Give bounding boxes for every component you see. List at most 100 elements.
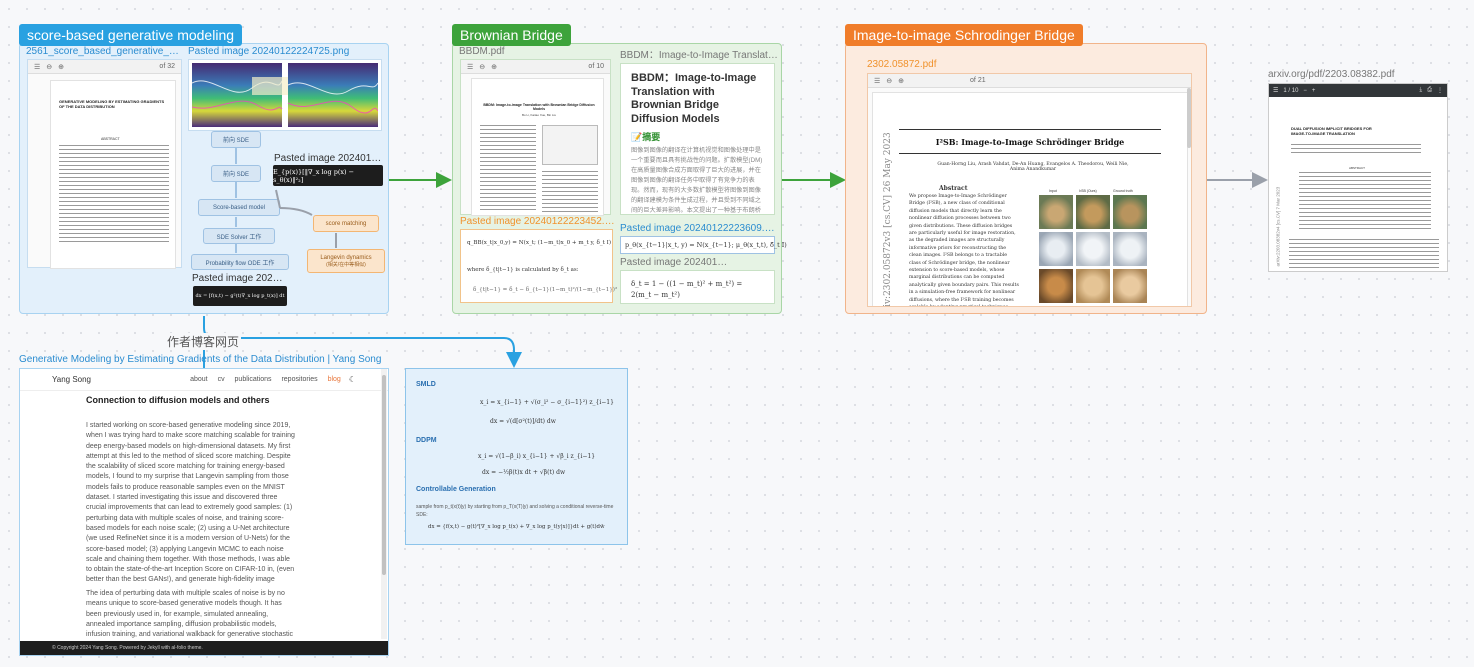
more-icon[interactable]: ⋮ [1437, 87, 1443, 94]
pdf-dark-toolbar[interactable]: ☰ 1 / 10 − + ⤓ ⎙ ⋮ [1269, 84, 1447, 97]
pdf-scrollbar[interactable] [1187, 88, 1191, 148]
pdf-text-col-left [480, 125, 536, 213]
smld-eq-1: x_i = x_{i−1} + √(σ_i² − σ_{i−1}²) z_{i−… [480, 399, 614, 406]
blog-paragraph-1: I started working on score-based generat… [86, 422, 295, 587]
card-label-bbdm-pdf[interactable]: BBDM.pdf [459, 46, 609, 57]
figure-col-input: Input [1049, 189, 1057, 193]
blog-footer: © Copyright 2024 Yang Song. Powered by J… [20, 641, 388, 655]
diagram-connectors [235, 148, 337, 253]
formula-card[interactable]: SMLD x_i = x_{i−1} + √(σ_i² − σ_{i−1}²) … [405, 368, 628, 545]
ddpm-heading: DDPM [416, 437, 437, 444]
zoom-in-icon[interactable]: ⊕ [491, 63, 497, 71]
arxiv-pdf-card[interactable]: ☰ 1 / 10 − + ⤓ ⎙ ⋮ arXiv:2203.08382v4 [c… [1268, 83, 1448, 272]
nav-cv[interactable]: cv [218, 376, 225, 383]
equation-delta-t: δ_t = 1 − ((1 − m_t)² + m_t²) = 2(m_t − … [631, 280, 743, 299]
zoom-out-icon[interactable]: − [1303, 88, 1307, 94]
pdf-toolbar[interactable]: ☰ ⊖ ⊕ of 32 [28, 60, 181, 74]
i2sb-pdf-card[interactable]: ☰ ⊖ ⊕ of 21 I²SB: Image-to-Image Schrödinge… [867, 73, 1192, 307]
score-pdf-card[interactable]: ☰ ⊖ ⊕ of 32 GENERATIVE MODELING BY ESTIMATI… [27, 59, 182, 269]
paper-authors: Guan-Horng Liu, Arash Vahdat, De-An Huan… [937, 162, 1129, 172]
ddpm-eq-1: x_i = √(1−β_i) x_{i−1} + √β_i z_{i−1} [478, 453, 596, 460]
group-title-i2isb[interactable]: Image-to-image Schrodinger Bridge [845, 24, 1083, 46]
group-title-score-based[interactable]: score-based generative modeling [19, 24, 243, 46]
blog-scroll-thumb[interactable] [382, 375, 386, 575]
print-icon[interactable]: ⎙ [1427, 87, 1432, 94]
pdf-paper-title: BBDM: Image-to-image Translation with Br… [483, 103, 595, 111]
blog-web-card[interactable]: Yang Song about cv publications reposito… [19, 368, 389, 656]
zoom-out-icon[interactable]: ⊖ [46, 63, 52, 71]
pdf-figure [542, 125, 598, 165]
cg-text: sample from p_t(x(t)|y) by starting from… [416, 504, 614, 518]
pdf-toolbar[interactable]: ☰ ⊖ ⊕ of 21 [868, 74, 1191, 88]
equation-where: where δ_{t|t−1} is calculated by δ_t as: [467, 267, 579, 273]
blog-nav: about cv publications repositories blog [182, 376, 341, 383]
blog-navbar: Yang Song about cv publications reposito… [20, 369, 388, 391]
web-title: BBDM：Image-to-Image Translation with Bro… [631, 72, 757, 125]
blog-heading: Connection to diffusion models and other… [86, 395, 270, 405]
bbdm-img2-card[interactable]: p_θ(x_{t−1}|x_t, y) = N(x_{t−1}; μ_θ(x_t… [620, 236, 787, 254]
equation-delta: δ_{t|t−1} = δ_t − δ_{t−1}(1−m_t)²/(1−m_{… [473, 287, 618, 293]
sidebar-toggle-icon[interactable]: ☰ [467, 63, 473, 71]
card-label-arxiv[interactable]: arxiv.org/pdf/2203.08382.pdf [1268, 69, 1448, 80]
blog-brand[interactable]: Yang Song [52, 375, 91, 384]
zoom-in-icon[interactable]: ⊕ [58, 63, 64, 71]
card-label-bbdm-web[interactable]: BBDM：Image-to-Image Translatio... [620, 46, 778, 61]
blog-paragraph-2: The idea of perturbing data with multipl… [86, 590, 294, 639]
card-label-score-img1[interactable]: Pasted image 20240122224725.png [188, 46, 383, 57]
card-label-score-img3[interactable]: Pasted image 20240... [192, 273, 284, 284]
card-label-score-img2[interactable]: Pasted image 20240123... [274, 153, 384, 164]
nav-publications[interactable]: publications [235, 376, 272, 383]
cg-eq: dx = {f(x,t) − g(t)²[∇_x log p_t(x) + ∇_… [428, 524, 605, 530]
arxiv-side-stamp: arXiv:2203.08382v4 [cs.CV] 7 Mar 2023 [1275, 186, 1281, 267]
download-icon[interactable]: ⤓ [1420, 87, 1423, 94]
figure-col-ours: I²SB (Ours) [1079, 189, 1097, 193]
menu-icon[interactable]: ☰ [1273, 87, 1278, 94]
abstract-heading: Abstract [939, 185, 968, 192]
pdf-page: BBDM: Image-to-image Translation with Br… [471, 78, 604, 216]
zoom-out-icon[interactable]: ⊖ [886, 77, 892, 85]
card-label-bbdm-img2[interactable]: Pasted image 20240122223609.png [620, 223, 778, 234]
arxiv-title: DUAL DIFFUSION IMPLICIT BRIDGES FOR IMAG… [1291, 126, 1372, 136]
pdf-title: GENERATIVE MODELING BY ESTIMATING GRADIE… [59, 99, 165, 109]
card-label-i2sb-pdf[interactable]: 2302.05872.pdf [867, 59, 1017, 70]
group-title-brownian-bridge[interactable]: Brownian Bridge [452, 24, 571, 46]
zoom-in-icon[interactable]: + [1312, 88, 1316, 94]
ddpm-eq-2: dx = −½β(t)x dt + √β(t) dw [482, 469, 566, 476]
pdf-text-lines [59, 145, 169, 245]
cg-heading: Controllable Generation [416, 486, 496, 493]
figure-col-gt: Ground truth [1113, 189, 1133, 193]
page-count: of 32 [159, 63, 175, 70]
nav-blog[interactable]: blog [328, 376, 341, 383]
sidebar-toggle-icon[interactable]: ☰ [874, 77, 880, 85]
arxiv-section: ABSTRACT [1349, 166, 1366, 170]
smld-eq-2: dx = √(d[σ²(t)]/dt) dw [490, 418, 556, 425]
bbdm-web-card[interactable]: BBDM：Image-to-Image Translation with Bro… [620, 63, 775, 215]
pdf-page: GENERATIVE MODELING BY ESTIMATING GRADIE… [50, 80, 176, 269]
theme-toggle-icon[interactable]: ☾ [349, 375, 356, 384]
bbdm-img1-card[interactable]: q_BB(x_t|x_0,y) = N(x_t; (1−m_t)x_0 + m_… [460, 229, 617, 303]
blog-scrollbar[interactable] [381, 369, 387, 639]
score-img2-equation[interactable]: E_{p(x)}[‖∇_x log p(x) − s_θ(x)‖²₂] [273, 165, 383, 186]
card-label-bbdm-img3[interactable]: Pasted image 2024012... [620, 257, 730, 268]
pdf-toolbar[interactable]: ☰ ⊖ ⊕ of 10 [461, 60, 610, 74]
paper-title-rule [899, 153, 1161, 154]
page-count: of 10 [588, 63, 604, 70]
arxiv-sidebar-stamp: arXiv:2302.05872v3 [cs.CV] 26 May 2023 [883, 132, 893, 307]
card-label-bbdm-img1[interactable]: Pasted image 20240122223452.png [460, 216, 615, 227]
nav-repositories[interactable]: repositories [281, 376, 317, 383]
zoom-out-icon[interactable]: ⊖ [479, 63, 485, 71]
sidebar-toggle-icon[interactable]: ☰ [34, 63, 40, 71]
bbdm-img3-card[interactable]: δ_t = 1 − ((1 − m_t)² + m_t²) = 2(m_t − … [620, 270, 775, 304]
card-label-score-pdf[interactable]: 2561_score_based_generative_mod... [26, 46, 184, 57]
pdf-page: I²SB: Image-to-Image Schrödinger Bridge … [872, 92, 1188, 307]
arxiv-abstract-lines [1299, 172, 1431, 232]
card-label-blog[interactable]: Generative Modeling by Estimating Gradie… [19, 354, 389, 365]
paper-top-rule [899, 129, 1161, 130]
score-img1-card[interactable] [188, 59, 382, 131]
pdf-section: ABSTRACT [101, 137, 120, 141]
nav-about[interactable]: about [190, 376, 208, 383]
bbdm-pdf-card[interactable]: ☰ ⊖ ⊕ of 10 BBDM: Image-to-image Translatio… [460, 59, 611, 216]
page-indicator: 1 / 10 [1283, 87, 1299, 94]
zoom-in-icon[interactable]: ⊕ [898, 77, 904, 85]
score-img3-equation[interactable]: dx = [f(x,t) − g²(t)∇_x log p_t(x)] dt [193, 286, 287, 306]
